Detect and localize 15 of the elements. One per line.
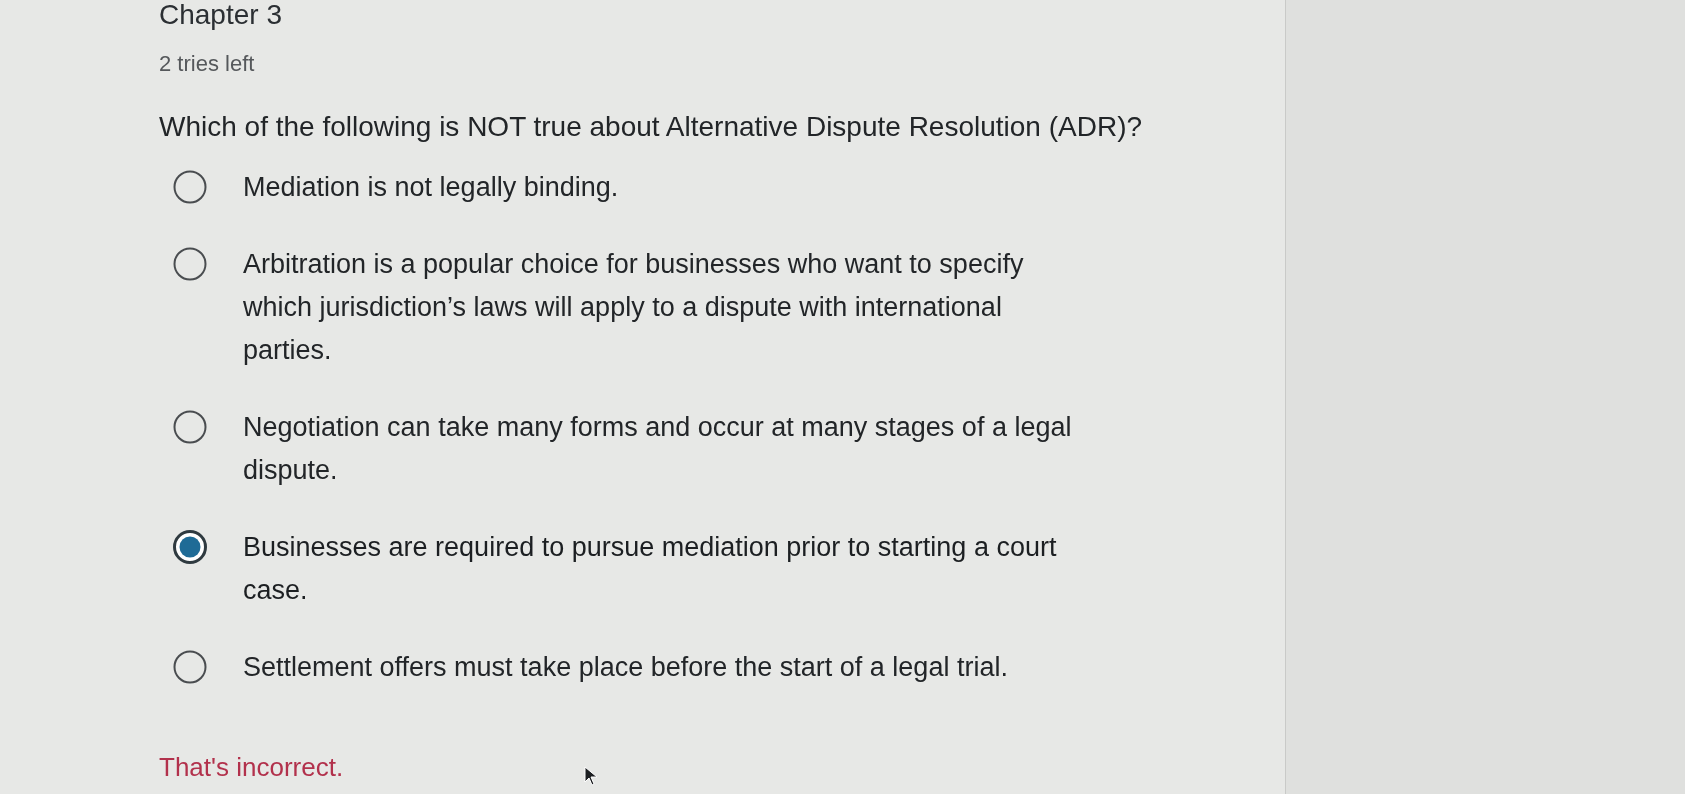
answer-option-text[interactable]: Negotiation can take many forms and occur at many stages of a legal dispute. <box>243 406 1073 492</box>
radio-icon[interactable] <box>173 247 207 281</box>
radio-icon[interactable] <box>173 170 207 204</box>
chapter-heading: Chapter 3 <box>159 0 282 30</box>
answer-option-text[interactable]: Mediation is not legally binding. <box>243 166 1073 209</box>
answer-option-text[interactable]: Settlement offers must take place before the start of a legal trial. <box>243 646 1073 689</box>
radio-selected-icon[interactable] <box>173 530 207 564</box>
radio-icon[interactable] <box>173 650 207 684</box>
mouse-pointer-icon <box>584 766 598 786</box>
question-text: Which of the following is NOT true about Alternative Dispute Resolution (ADR)? <box>159 111 1143 143</box>
answer-option-text[interactable]: Businesses are required to pursue mediation prior to starting a court case. <box>243 526 1073 612</box>
tries-left-text: 2 tries left <box>159 52 255 76</box>
radio-icon[interactable] <box>173 410 207 444</box>
feedback-text: That's incorrect. <box>159 751 344 783</box>
answer-option-text[interactable]: Arbitration is a popular choice for businesses who want to specify which jurisdiction’s laws will apply to a dispute with international parties. <box>243 243 1073 372</box>
